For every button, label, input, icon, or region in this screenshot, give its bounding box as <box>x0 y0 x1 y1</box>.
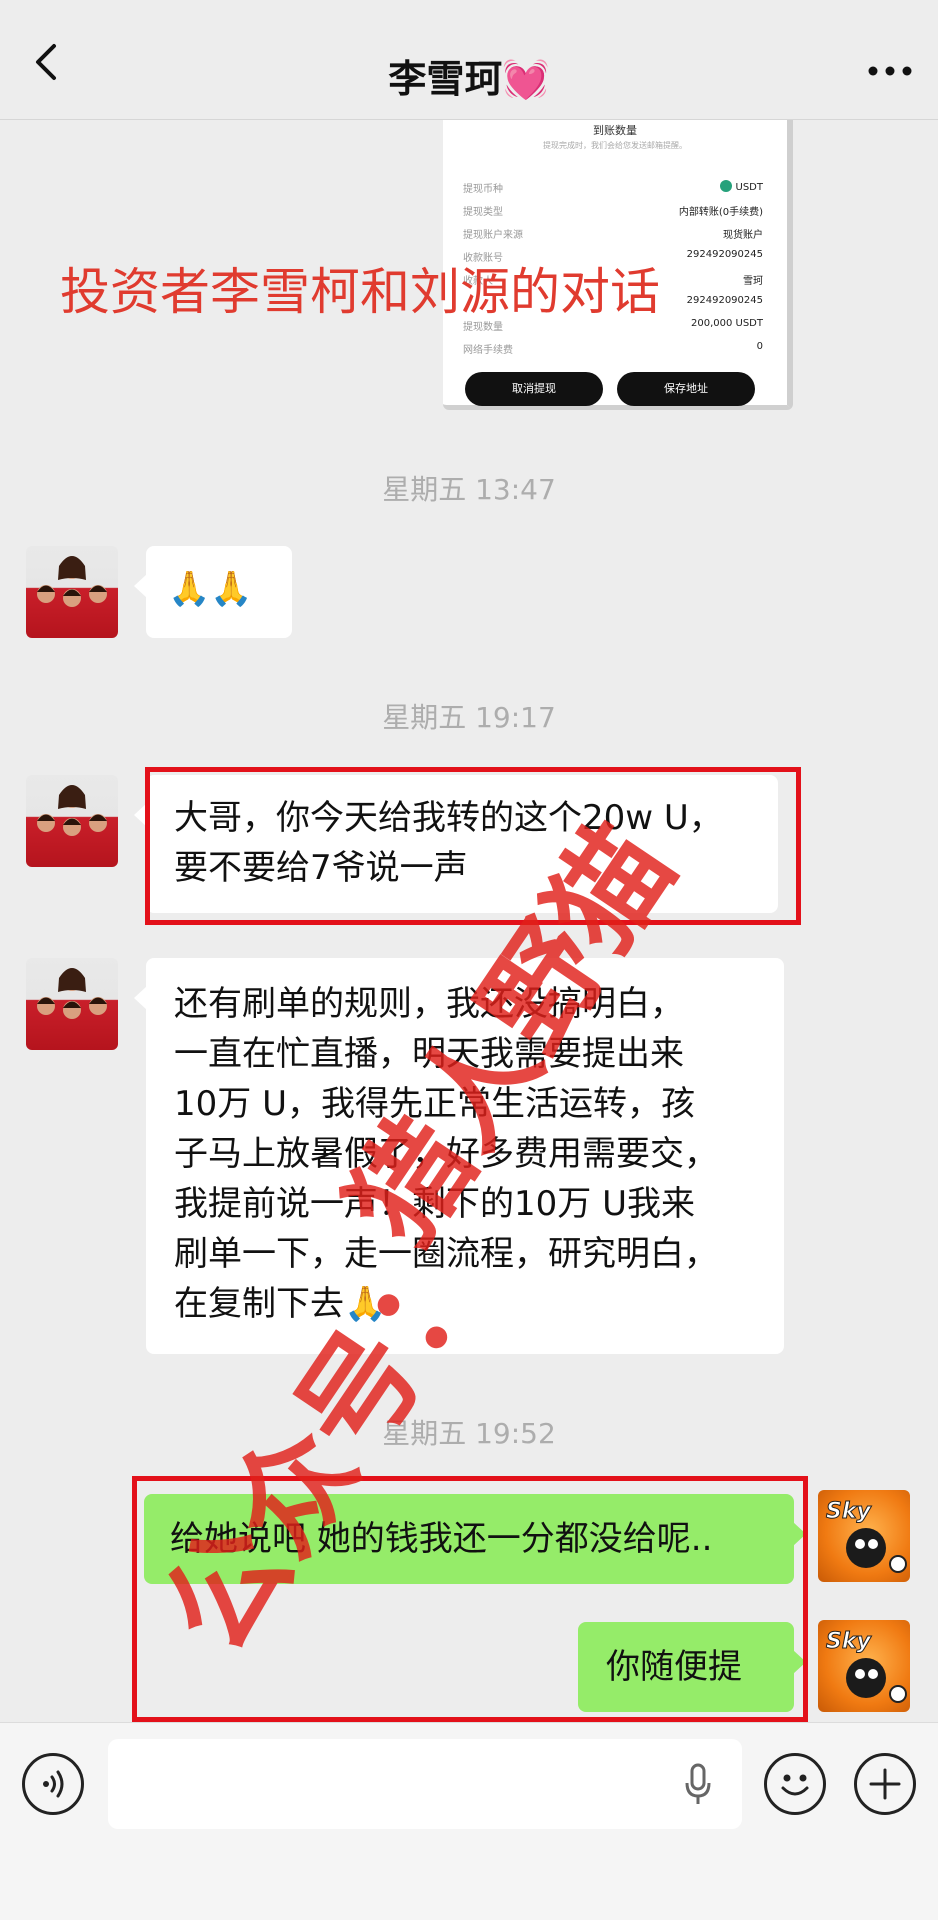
sky-cartoon-icon: Sky <box>826 1499 907 1573</box>
usdt-coin-icon <box>719 180 732 192</box>
card-row-type: 提现类型 内部转账(0手续费) <box>463 203 763 218</box>
chat-header: 李雪珂💓 <box>0 0 938 120</box>
card-row-currency: 提现币种 USDT <box>463 180 763 195</box>
message-text: 🙏🙏 <box>168 569 253 609</box>
microphone-icon[interactable] <box>684 1763 712 1807</box>
row-label: 提现账户来源 <box>463 230 523 241</box>
voice-wave-icon <box>43 1770 64 1798</box>
plus-icon <box>869 1768 901 1800</box>
row-value: 0 <box>756 341 763 352</box>
contact-avatar[interactable] <box>26 775 118 867</box>
message-text: 你随便提 <box>606 1647 742 1687</box>
my-avatar[interactable]: Sky <box>818 1490 910 1582</box>
bubble-tail <box>793 1522 806 1546</box>
row-value: USDT <box>719 180 763 193</box>
card-title: 到账数量 <box>593 124 637 137</box>
message-text: 大哥，你今天给我转的这个20w U， <box>174 798 723 838</box>
emoji-button[interactable] <box>764 1753 826 1815</box>
svg-text:Sky: Sky <box>826 1629 872 1654</box>
row-value: 292492090245 <box>686 249 763 260</box>
bubble-tail <box>793 1650 806 1674</box>
more-options-icon[interactable] <box>868 66 912 76</box>
voice-toggle-button[interactable] <box>22 1753 84 1815</box>
row-label: 网络手续费 <box>463 345 513 356</box>
family-photo-icon <box>37 785 107 836</box>
timestamp: 星期五 13:47 <box>382 473 556 506</box>
row-value: 现货账户 <box>723 230 763 241</box>
row-value-text: USDT <box>735 182 763 193</box>
svg-text:Sky: Sky <box>826 1499 872 1524</box>
bubble-tail <box>134 574 147 598</box>
timestamp: 星期五 19:17 <box>382 701 556 734</box>
row-label: 提现币种 <box>463 184 503 195</box>
row-value: 292492090245 <box>686 295 763 306</box>
row-value: 内部转账(0手续费) <box>678 207 763 218</box>
card-row-account: 收款账号 292492090245 <box>463 249 763 264</box>
card-row-fee: 网络手续费 0 <box>463 341 763 356</box>
card-row-source: 提现账户来源 现货账户 <box>463 226 763 241</box>
card-subtitle: 提现完成时，我们会给您发送邮箱提醒。 <box>543 141 687 150</box>
overlay-caption: 投资者李雪柯和刘源的对话 <box>60 263 660 321</box>
contact-avatar[interactable] <box>26 958 118 1050</box>
bubble-tail <box>134 986 147 1010</box>
sky-cartoon-icon: Sky <box>826 1629 907 1703</box>
message-bubble-outgoing[interactable]: 你随便提 <box>578 1622 806 1712</box>
message-input[interactable] <box>108 1739 742 1829</box>
message-bubble-incoming[interactable]: 🙏🙏 <box>134 546 292 638</box>
timestamp: 星期五 19:52 <box>382 1417 556 1450</box>
family-photo-icon <box>37 968 107 1019</box>
input-bar <box>0 1722 938 1920</box>
family-photo-icon <box>37 556 107 607</box>
add-more-button[interactable] <box>854 1753 916 1815</box>
row-label: 提现类型 <box>463 207 503 218</box>
row-value: 200,000 USDT <box>690 318 763 329</box>
smiley-icon <box>781 1774 809 1796</box>
row-value: 雪珂 <box>743 276 763 287</box>
save-address-button: 保存地址 <box>617 372 755 406</box>
my-avatar[interactable]: Sky <box>818 1620 910 1712</box>
bubble-tail <box>134 803 147 827</box>
chat-title: 李雪珂💓 <box>388 57 550 101</box>
contact-avatar[interactable] <box>26 546 118 638</box>
cancel-withdraw-button: 取消提现 <box>465 372 603 406</box>
